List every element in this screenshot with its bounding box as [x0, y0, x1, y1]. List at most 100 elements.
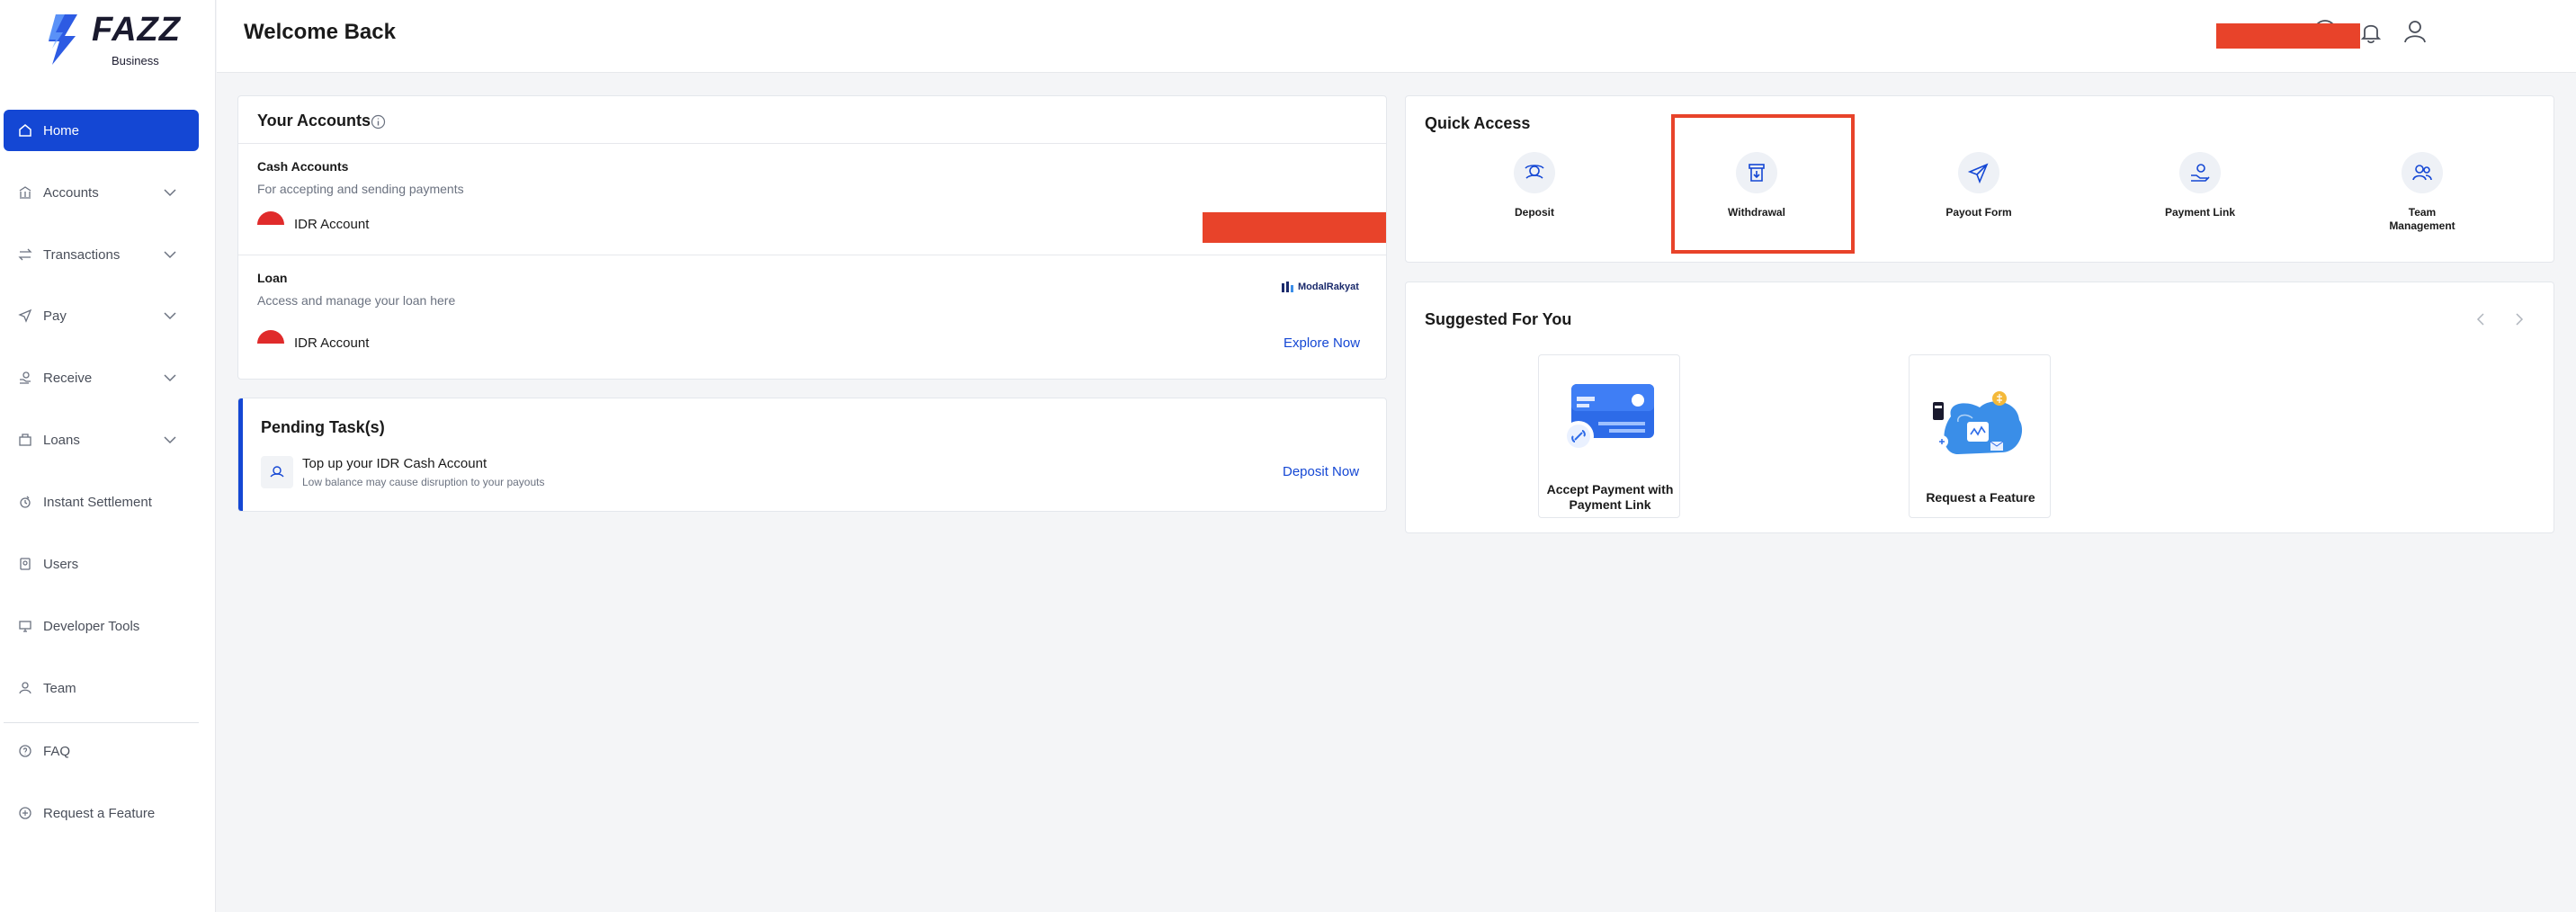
modalrakyat-logo: ModalRakyat	[1282, 282, 1359, 292]
sidebar-item-label: Accounts	[43, 184, 99, 201]
redacted-balance	[1203, 212, 1386, 243]
sidebar-item-transactions[interactable]: Transactions	[4, 234, 199, 275]
indonesia-flag-icon	[257, 330, 284, 357]
deposit-now-link[interactable]: Deposit Now	[1283, 464, 1359, 479]
payment-link-icon	[2179, 152, 2221, 193]
explore-now-link[interactable]: Explore Now	[1284, 335, 1360, 351]
chevron-down-icon[interactable]	[163, 247, 177, 262]
sidebar-item-label: Developer Tools	[43, 618, 140, 634]
sidebar-item-home[interactable]: Home	[4, 110, 199, 151]
task-desc: Low balance may cause disruption to your…	[302, 476, 545, 488]
chevron-left-icon[interactable]	[2473, 312, 2488, 326]
deposit-icon	[1514, 152, 1555, 193]
indonesia-flag-icon	[257, 211, 284, 238]
loan-desc: Access and manage your loan here	[257, 293, 456, 308]
quick-access-label: Payout Form	[1945, 206, 2012, 219]
suggestion-request-feature[interactable]: Request a Feature	[1909, 354, 2051, 518]
quick-access-payout-form[interactable]: Payout Form	[1902, 152, 2055, 287]
sidebar-item-accounts[interactable]: Accounts	[4, 172, 199, 213]
quick-access-card: Quick Access Deposit Withdrawal Payout F…	[1405, 95, 2554, 263]
chevron-down-icon[interactable]	[163, 185, 177, 200]
suggestion-payment-link[interactable]: Accept Payment with Payment Link	[1538, 354, 1680, 518]
page-title: Welcome Back	[244, 20, 396, 44]
transactions-icon	[16, 246, 34, 264]
help-circle-icon	[16, 742, 34, 760]
quick-access-payment-link[interactable]: Payment Link	[2124, 152, 2276, 287]
fazz-bolt-icon	[49, 14, 77, 65]
sidebar-item-label: Receive	[43, 370, 93, 386]
chevron-down-icon[interactable]	[163, 308, 177, 323]
monitor-icon	[16, 617, 34, 635]
sidebar-item-faq[interactable]: FAQ	[4, 730, 199, 772]
loan-icon	[16, 431, 34, 449]
request-feature-illustration-icon	[1933, 391, 2023, 454]
highlight-box	[1671, 114, 1855, 254]
team-icon	[2402, 152, 2443, 193]
sidebar-item-label: Request a Feature	[43, 805, 156, 821]
modalrakyat-text: ModalRakyat	[1298, 282, 1359, 292]
quick-access-team-management[interactable]: Team Management	[2346, 152, 2499, 287]
bank-icon	[16, 183, 34, 201]
pending-accent-bar	[238, 398, 243, 511]
quick-access-deposit[interactable]: Deposit	[1458, 152, 1611, 287]
sidebar-item-label: Instant Settlement	[43, 494, 152, 510]
info-icon[interactable]	[371, 114, 386, 130]
suggestion-label: Accept Payment with Payment Link	[1546, 482, 1674, 512]
suggestion-label: Request a Feature	[1926, 490, 2035, 505]
your-accounts-title: Your Accounts	[257, 112, 371, 130]
sidebar-item-developer-tools[interactable]: Developer Tools	[4, 605, 199, 647]
brand-name: FAZZ	[92, 11, 181, 49]
quick-access-label: Deposit	[1514, 206, 1554, 219]
sidebar-item-label: Pay	[43, 308, 67, 324]
quick-access-label: Payment Link	[2164, 206, 2236, 219]
divider	[238, 143, 1386, 144]
users-icon	[16, 555, 34, 573]
settlement-icon	[16, 493, 34, 511]
home-icon	[16, 121, 34, 139]
loan-account-name[interactable]: IDR Account	[294, 335, 369, 351]
sidebar-item-loans[interactable]: Loans	[4, 419, 199, 460]
task-title: Top up your IDR Cash Account	[302, 456, 487, 471]
pending-tasks-title: Pending Task(s)	[261, 418, 385, 436]
brand-sub: Business	[112, 54, 159, 67]
sidebar-item-receive[interactable]: Receive	[4, 357, 199, 398]
quick-access-title: Quick Access	[1425, 114, 1531, 132]
sidebar-item-label: Users	[43, 556, 79, 572]
user-profile-icon[interactable]	[2402, 18, 2428, 45]
cash-accounts-desc: For accepting and sending payments	[257, 182, 464, 196]
fazz-logo[interactable]: FAZZ Business	[45, 11, 180, 68]
person-icon	[16, 679, 34, 697]
cash-account-name[interactable]: IDR Account	[294, 217, 369, 232]
bell-icon[interactable]	[2357, 18, 2384, 45]
sidebar-divider	[4, 722, 199, 723]
sidebar-item-pay[interactable]: Pay	[4, 295, 199, 336]
chevron-down-icon[interactable]	[163, 433, 177, 447]
redacted-user-name	[2216, 23, 2360, 49]
sidebar-item-label: Loans	[43, 432, 80, 448]
payment-link-card-icon	[1563, 384, 1654, 452]
send-icon	[1958, 152, 1999, 193]
your-accounts-card: Your Accounts Cash Accounts For acceptin…	[237, 95, 1387, 380]
sidebar-item-label: FAQ	[43, 743, 71, 759]
sidebar-item-request-feature[interactable]: Request a Feature	[4, 792, 199, 834]
quick-access-label: Team Management	[2389, 206, 2455, 232]
suggested-title: Suggested For You	[1425, 310, 1572, 328]
cash-accounts-title: Cash Accounts	[257, 159, 349, 174]
receive-hand-icon	[16, 369, 34, 387]
deposit-task-icon	[261, 456, 293, 488]
sidebar-item-users[interactable]: Users	[4, 543, 199, 585]
pending-tasks-card: Pending Task(s) Top up your IDR Cash Acc…	[237, 398, 1387, 512]
chevron-down-icon[interactable]	[163, 371, 177, 385]
send-icon	[16, 307, 34, 325]
sidebar-item-team[interactable]: Team	[4, 667, 199, 709]
loan-title: Loan	[257, 271, 288, 285]
sidebar-item-instant-settlement[interactable]: Instant Settlement	[4, 481, 199, 523]
modalrakyat-mark-icon	[1282, 282, 1293, 292]
sidebar-item-label: Home	[43, 122, 80, 139]
feature-request-icon	[16, 804, 34, 822]
sidebar-item-label: Transactions	[43, 246, 121, 263]
sidebar-item-label: Team	[43, 680, 76, 696]
suggested-card: Suggested For You Accept Payment with Pa…	[1405, 282, 2554, 533]
chevron-right-icon[interactable]	[2512, 312, 2527, 326]
sidebar: FAZZ Business Home Accounts Transactions…	[0, 0, 216, 912]
